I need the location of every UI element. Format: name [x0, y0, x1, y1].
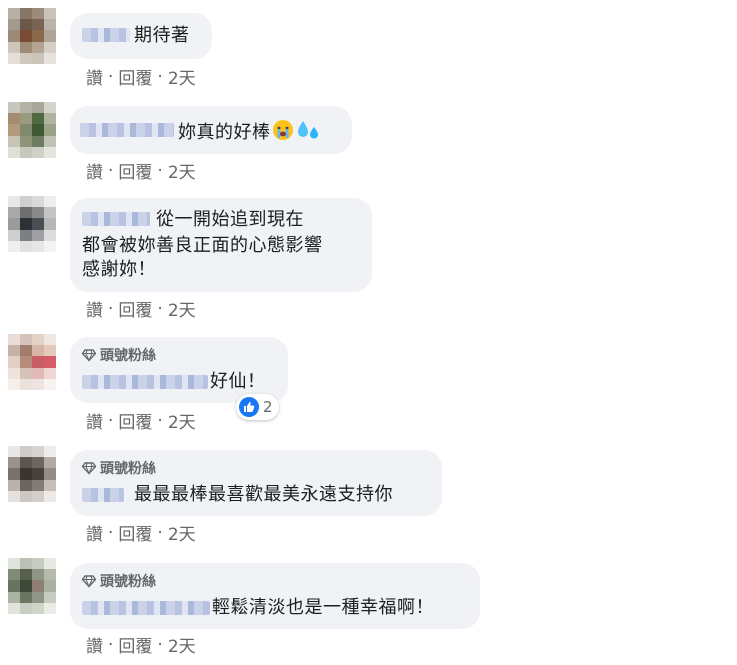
separator-dot: ·	[108, 410, 114, 431]
commenter-name-blurred[interactable]	[82, 375, 208, 389]
comment-actions: 讚 · 回覆 · 2天	[86, 158, 196, 184]
separator-dot: ·	[157, 410, 163, 431]
reply-link[interactable]: 回覆	[118, 408, 152, 433]
like-link[interactable]: 讚	[86, 158, 103, 183]
top-fan-badge: 頭號粉絲	[82, 345, 156, 365]
badge-label: 頭號粉絲	[100, 574, 156, 590]
avatar[interactable]	[8, 334, 56, 390]
comment-actions: 讚 · 回覆 · 2天	[86, 632, 196, 658]
separator-dot: ·	[157, 522, 163, 543]
avatar[interactable]	[8, 196, 56, 252]
separator-dot: ·	[157, 160, 163, 181]
avatar[interactable]	[8, 558, 56, 614]
timestamp-link[interactable]: 2天	[168, 408, 196, 433]
like-link[interactable]: 讚	[86, 408, 103, 433]
comment-actions: 讚 · 回覆 · 2天	[86, 64, 196, 90]
comment-bubble: 頭號粉絲 最最最棒最喜歡最美永遠支持你	[70, 450, 442, 516]
separator-dot: ·	[157, 66, 163, 87]
reply-link[interactable]: 回覆	[118, 296, 152, 321]
reactions-summary[interactable]: 2	[236, 394, 279, 420]
avatar[interactable]	[8, 102, 56, 158]
avatar[interactable]	[8, 446, 56, 502]
commenter-name-blurred[interactable]	[82, 601, 210, 615]
reaction-count: 2	[263, 398, 273, 416]
reply-link[interactable]: 回覆	[118, 158, 152, 183]
comment-actions: 讚 · 回覆 · 2天	[86, 408, 196, 434]
avatar[interactable]	[8, 8, 56, 64]
comment-actions: 讚 · 回覆 · 2天	[86, 296, 196, 322]
comment-bubble: 妳真的好棒	[70, 106, 352, 154]
badge-label: 頭號粉絲	[100, 348, 156, 364]
comment-text-line: 感謝妳！	[82, 259, 156, 280]
like-link[interactable]: 讚	[86, 296, 103, 321]
diamond-icon	[82, 575, 96, 588]
reply-link[interactable]: 回覆	[118, 520, 152, 545]
commenter-name-blurred[interactable]	[82, 212, 150, 226]
comment-bubble: 頭號粉絲 輕鬆清淡也是一種幸福啊！	[70, 563, 480, 629]
like-link[interactable]: 讚	[86, 520, 103, 545]
badge-label: 頭號粉絲	[100, 461, 156, 477]
separator-dot: ·	[108, 160, 114, 181]
comment-text: 最最最棒最喜歡最美永遠支持你	[134, 484, 393, 505]
comment-text-content: 妳真的好棒	[178, 122, 271, 143]
crying-face-emoji	[272, 120, 293, 140]
comment-bubble: 期待著	[70, 13, 212, 59]
comment-actions: 讚 · 回覆 · 2天	[86, 520, 196, 546]
separator-dot: ·	[108, 634, 114, 655]
comment-text: 好仙！	[210, 371, 266, 392]
reply-link[interactable]: 回覆	[118, 64, 152, 89]
comment-text: 妳真的好棒	[178, 118, 321, 145]
comment-text-line: 都會被妳善良正面的心態影響	[82, 235, 323, 256]
commenter-name-blurred[interactable]	[82, 488, 124, 502]
like-link[interactable]: 讚	[86, 632, 103, 657]
comment-text-line: 從一開始追到現在	[156, 209, 304, 230]
separator-dot: ·	[157, 634, 163, 655]
separator-dot: ·	[108, 66, 114, 87]
top-fan-badge: 頭號粉絲	[82, 571, 156, 591]
like-reaction-icon	[239, 397, 259, 417]
commenter-name-blurred[interactable]	[82, 28, 130, 42]
reply-link[interactable]: 回覆	[118, 632, 152, 657]
timestamp-link[interactable]: 2天	[168, 632, 196, 657]
like-link[interactable]: 讚	[86, 64, 103, 89]
comment-text: 輕鬆清淡也是一種幸福啊！	[212, 597, 434, 618]
timestamp-link[interactable]: 2天	[168, 296, 196, 321]
comment-bubble: 從一開始追到現在 都會被妳善良正面的心態影響 感謝妳！	[70, 198, 372, 292]
diamond-icon	[82, 349, 96, 362]
sweat-droplets-emoji	[297, 121, 318, 139]
commenter-name-blurred[interactable]	[80, 123, 174, 137]
separator-dot: ·	[108, 522, 114, 543]
timestamp-link[interactable]: 2天	[168, 158, 196, 183]
separator-dot: ·	[108, 298, 114, 319]
top-fan-badge: 頭號粉絲	[82, 458, 156, 478]
comment-text: 期待著	[134, 25, 190, 46]
timestamp-link[interactable]: 2天	[168, 64, 196, 89]
timestamp-link[interactable]: 2天	[168, 520, 196, 545]
diamond-icon	[82, 462, 96, 475]
separator-dot: ·	[157, 298, 163, 319]
